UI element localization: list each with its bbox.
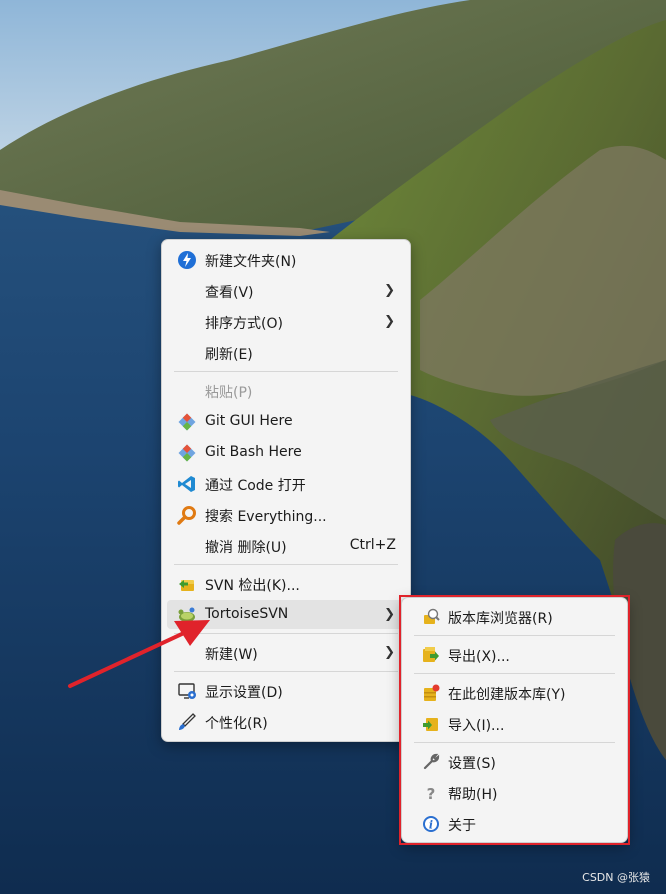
help-icon: ? <box>420 782 442 804</box>
menu-item-label: TortoiseSVN <box>205 606 289 622</box>
menu-divider <box>414 742 615 743</box>
menu-item-label: 通过 Code 打开 <box>205 478 306 494</box>
menu-item-search-everything[interactable]: 搜索 Everything... <box>167 500 405 529</box>
vscode-icon <box>176 473 198 495</box>
create-repo-icon <box>420 682 442 704</box>
wrench-icon <box>420 751 442 773</box>
menu-item-label: 在此创建版本库(Y) <box>448 687 566 703</box>
menu-divider <box>174 633 398 634</box>
menu-item-label: 显示设置(D) <box>205 685 283 701</box>
personalize-brush-icon <box>176 711 198 733</box>
git-icon <box>176 411 198 433</box>
menu-item-label: SVN 检出(K)... <box>205 578 300 594</box>
menu-item-label: 导入(I)... <box>448 718 505 734</box>
menu-item-label: 帮助(H) <box>448 787 498 803</box>
display-settings-icon <box>176 680 198 702</box>
menu-item-label: 版本库浏览器(R) <box>448 611 553 627</box>
menu-item-paste: 粘贴(P) <box>167 376 405 405</box>
menu-item-display-settings[interactable]: 显示设置(D) <box>167 676 405 705</box>
menu-item-label: 导出(X)... <box>448 649 510 665</box>
chevron-right-icon: ❯ <box>384 645 395 660</box>
menu-divider <box>174 671 398 672</box>
menu-item-view[interactable]: 查看(V) ❯ <box>167 276 405 305</box>
menu-item-label: 粘贴(P) <box>205 385 253 401</box>
new-folder-icon <box>176 249 198 271</box>
everything-icon <box>176 504 198 526</box>
menu-item-sort-by[interactable]: 排序方式(O) ❯ <box>167 307 405 336</box>
repo-browser-icon <box>420 606 442 628</box>
menu-item-open-with-code[interactable]: 通过 Code 打开 <box>167 469 405 498</box>
menu-divider <box>414 673 615 674</box>
chevron-right-icon: ❯ <box>384 283 395 298</box>
desktop-context-menu: 新建文件夹(N) 查看(V) ❯ 排序方式(O) ❯ 刷新(E) 粘贴(P) G… <box>161 239 411 742</box>
menu-item-git-gui[interactable]: Git GUI Here <box>167 407 405 436</box>
git-icon <box>176 442 198 464</box>
svn-checkout-icon <box>176 573 198 595</box>
menu-item-label: 搜索 Everything... <box>205 509 327 525</box>
submenu-item-create-repo[interactable]: 在此创建版本库(Y) <box>408 678 621 707</box>
menu-item-label: 新建文件夹(N) <box>205 254 297 270</box>
menu-divider <box>174 371 398 372</box>
menu-item-label: Git GUI Here <box>205 413 293 429</box>
menu-item-label: 排序方式(O) <box>205 316 283 332</box>
menu-item-undo-delete[interactable]: 撤消 删除(U) Ctrl+Z <box>167 531 405 560</box>
menu-item-new[interactable]: 新建(W) ❯ <box>167 638 405 667</box>
menu-item-label: Git Bash Here <box>205 444 302 460</box>
menu-divider <box>414 635 615 636</box>
chevron-right-icon: ❯ <box>384 607 395 622</box>
menu-item-label: 关于 <box>448 818 476 834</box>
export-icon <box>420 644 442 666</box>
submenu-item-repo-browser[interactable]: 版本库浏览器(R) <box>408 602 621 631</box>
submenu-item-import[interactable]: 导入(I)... <box>408 709 621 738</box>
menu-divider <box>174 564 398 565</box>
menu-item-new-folder[interactable]: 新建文件夹(N) <box>167 245 405 274</box>
submenu-item-help[interactable]: ? 帮助(H) <box>408 778 621 807</box>
svg-text:i: i <box>429 819 433 832</box>
submenu-item-settings[interactable]: 设置(S) <box>408 747 621 776</box>
tortoisesvn-icon <box>176 604 198 626</box>
menu-item-label: 撤消 删除(U) <box>205 540 287 556</box>
menu-item-tortoisesvn[interactable]: TortoiseSVN ❯ <box>167 600 405 629</box>
menu-item-git-bash[interactable]: Git Bash Here <box>167 438 405 467</box>
menu-item-label: 新建(W) <box>205 647 258 663</box>
submenu-item-export[interactable]: 导出(X)... <box>408 640 621 669</box>
watermark-text: CSDN @张猿 <box>582 871 650 884</box>
menu-item-refresh[interactable]: 刷新(E) <box>167 338 405 367</box>
svg-text:?: ? <box>427 785 436 803</box>
tortoisesvn-submenu: 版本库浏览器(R) 导出(X)... 在此创建版本库(Y) 导入(I)... 设… <box>401 597 628 843</box>
menu-item-personalize[interactable]: 个性化(R) <box>167 707 405 736</box>
menu-item-label: 个性化(R) <box>205 716 268 732</box>
menu-item-label: 查看(V) <box>205 285 254 301</box>
info-icon: i <box>420 813 442 835</box>
import-icon <box>420 713 442 735</box>
menu-item-label: 刷新(E) <box>205 347 253 363</box>
chevron-right-icon: ❯ <box>384 314 395 329</box>
submenu-item-about[interactable]: i 关于 <box>408 809 621 838</box>
menu-item-label: 设置(S) <box>448 756 496 772</box>
shortcut-label: Ctrl+Z <box>349 537 396 553</box>
menu-item-svn-checkout[interactable]: SVN 检出(K)... <box>167 569 405 598</box>
